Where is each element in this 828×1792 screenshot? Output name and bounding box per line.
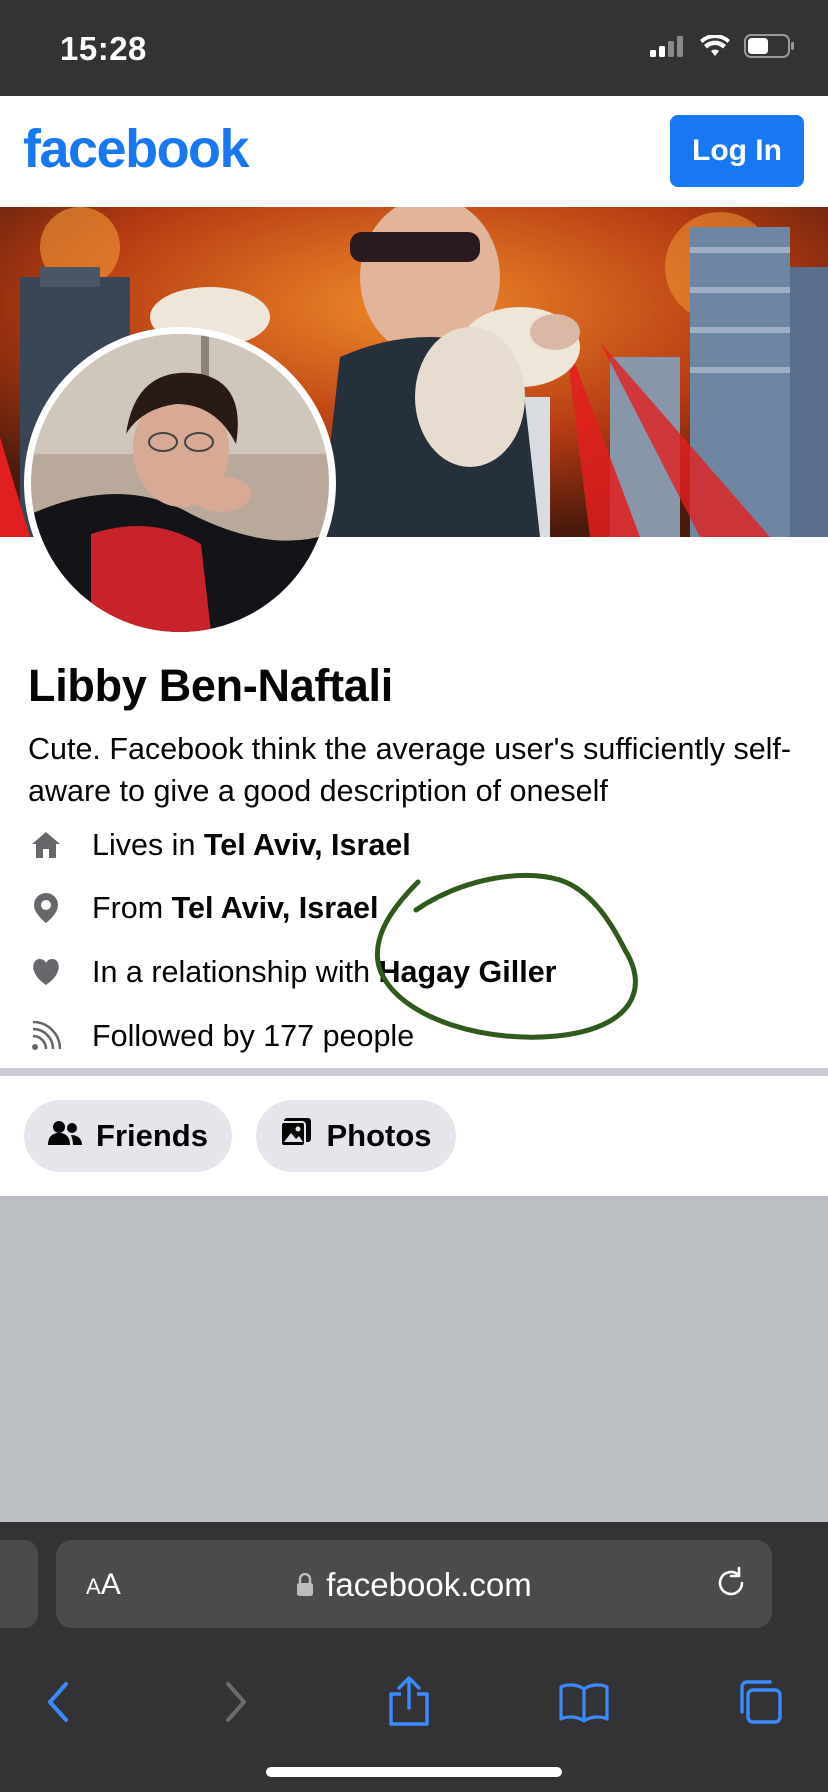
address-bar[interactable]: AA facebook.com: [56, 1540, 772, 1628]
back-icon[interactable]: [30, 1674, 86, 1730]
info-link[interactable]: Tel Aviv, Israel: [172, 891, 379, 925]
share-icon[interactable]: [381, 1674, 437, 1730]
annotation-circle: [374, 872, 638, 1040]
info-row-followers: Followed by 177 people: [28, 1014, 414, 1058]
info-prefix: In a relationship with: [92, 954, 379, 989]
profile-bio: Cute. Facebook think the average user's …: [28, 732, 792, 808]
home-indicator: [266, 1767, 562, 1777]
info-row-from: From Tel Aviv, Israel: [28, 886, 378, 930]
tab-friends-label: Friends: [96, 1118, 208, 1153]
info-text: Lives in Tel Aviv, Israel: [92, 828, 411, 863]
wifi-icon: [700, 35, 730, 56]
section-divider: [0, 1068, 828, 1076]
home-icon: [28, 827, 64, 863]
login-button[interactable]: Log In: [670, 115, 804, 187]
battery-icon: [744, 34, 794, 58]
profile-avatar-image: [31, 334, 329, 632]
info-text: Followed by 177 people: [92, 1018, 415, 1053]
rss-icon: [28, 1018, 64, 1054]
friends-icon: [48, 1118, 83, 1154]
facebook-logo[interactable]: facebook: [23, 118, 250, 180]
browser-toolbar: [0, 1652, 828, 1752]
url-display[interactable]: facebook.com: [56, 1566, 772, 1604]
status-bar: 15:28: [0, 0, 828, 96]
url-text: facebook.com: [326, 1566, 532, 1603]
bookmarks-icon[interactable]: [556, 1674, 612, 1730]
signal-icon: [650, 36, 683, 57]
forward-icon[interactable]: [208, 1674, 264, 1730]
facebook-header: facebook Log In: [0, 96, 828, 207]
profile-name: Libby Ben-Naftali: [28, 660, 393, 711]
profile-avatar[interactable]: [24, 327, 336, 639]
tabs-icon[interactable]: [732, 1674, 788, 1730]
status-time: 15:28: [60, 30, 147, 67]
status-icons: [650, 34, 796, 58]
info-prefix: From: [92, 890, 172, 925]
lock-icon: [297, 1573, 314, 1596]
heart-icon: [28, 954, 64, 990]
profile-tabs: Friends Photos: [0, 1076, 828, 1196]
reload-icon[interactable]: [714, 1566, 748, 1605]
info-prefix: Lives in: [92, 827, 204, 862]
info-row-lives-in: Lives in Tel Aviv, Israel: [28, 823, 411, 867]
previous-tab-preview[interactable]: [0, 1540, 38, 1628]
browser-bottom-bar: AA facebook.com: [0, 1522, 828, 1792]
location-pin-icon: [28, 890, 64, 926]
photos-icon: [280, 1117, 312, 1155]
info-text: From Tel Aviv, Israel: [92, 891, 378, 926]
tab-friends[interactable]: Friends: [24, 1100, 232, 1172]
info-link[interactable]: Tel Aviv, Israel: [204, 828, 411, 862]
tab-photos-label: Photos: [326, 1118, 432, 1153]
tab-photos[interactable]: Photos: [256, 1100, 456, 1172]
